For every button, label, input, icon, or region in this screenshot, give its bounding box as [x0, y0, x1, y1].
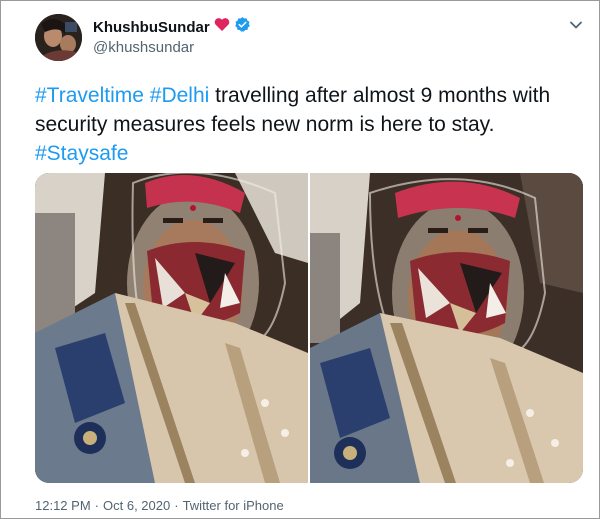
- tweet-time[interactable]: 12:12 PM: [35, 498, 91, 513]
- verified-badge-icon: [234, 16, 251, 38]
- avatar[interactable]: [35, 14, 82, 61]
- tweet-text: #Traveltime #Delhi travelling after almo…: [35, 81, 585, 168]
- hashtag-link[interactable]: #Staysafe: [35, 142, 128, 165]
- hashtag-link[interactable]: #Traveltime: [35, 84, 144, 107]
- meta-separator: ·: [94, 498, 99, 513]
- profile-avatar-image: [35, 14, 82, 61]
- hashtag-link[interactable]: #Delhi: [150, 84, 210, 107]
- author-name-row: KhushbuSundar: [93, 17, 251, 37]
- photo-left[interactable]: [35, 173, 308, 483]
- photo-right[interactable]: [310, 173, 583, 483]
- tweet-client[interactable]: Twitter for iPhone: [183, 498, 284, 513]
- author-handle[interactable]: @khushsundar: [93, 39, 194, 56]
- meta-separator: ·: [174, 498, 179, 513]
- red-heart-icon: [214, 17, 230, 37]
- media-grid: [35, 173, 583, 483]
- display-name[interactable]: KhushbuSundar: [93, 19, 210, 36]
- tweet-meta: 12:12 PM · Oct 6, 2020 · Twitter for iPh…: [35, 498, 284, 513]
- tweet-card: KhushbuSundar @khushsundar #Traveltime #…: [0, 0, 600, 519]
- tweet-date[interactable]: Oct 6, 2020: [103, 498, 170, 513]
- chevron-down-icon[interactable]: [568, 17, 584, 33]
